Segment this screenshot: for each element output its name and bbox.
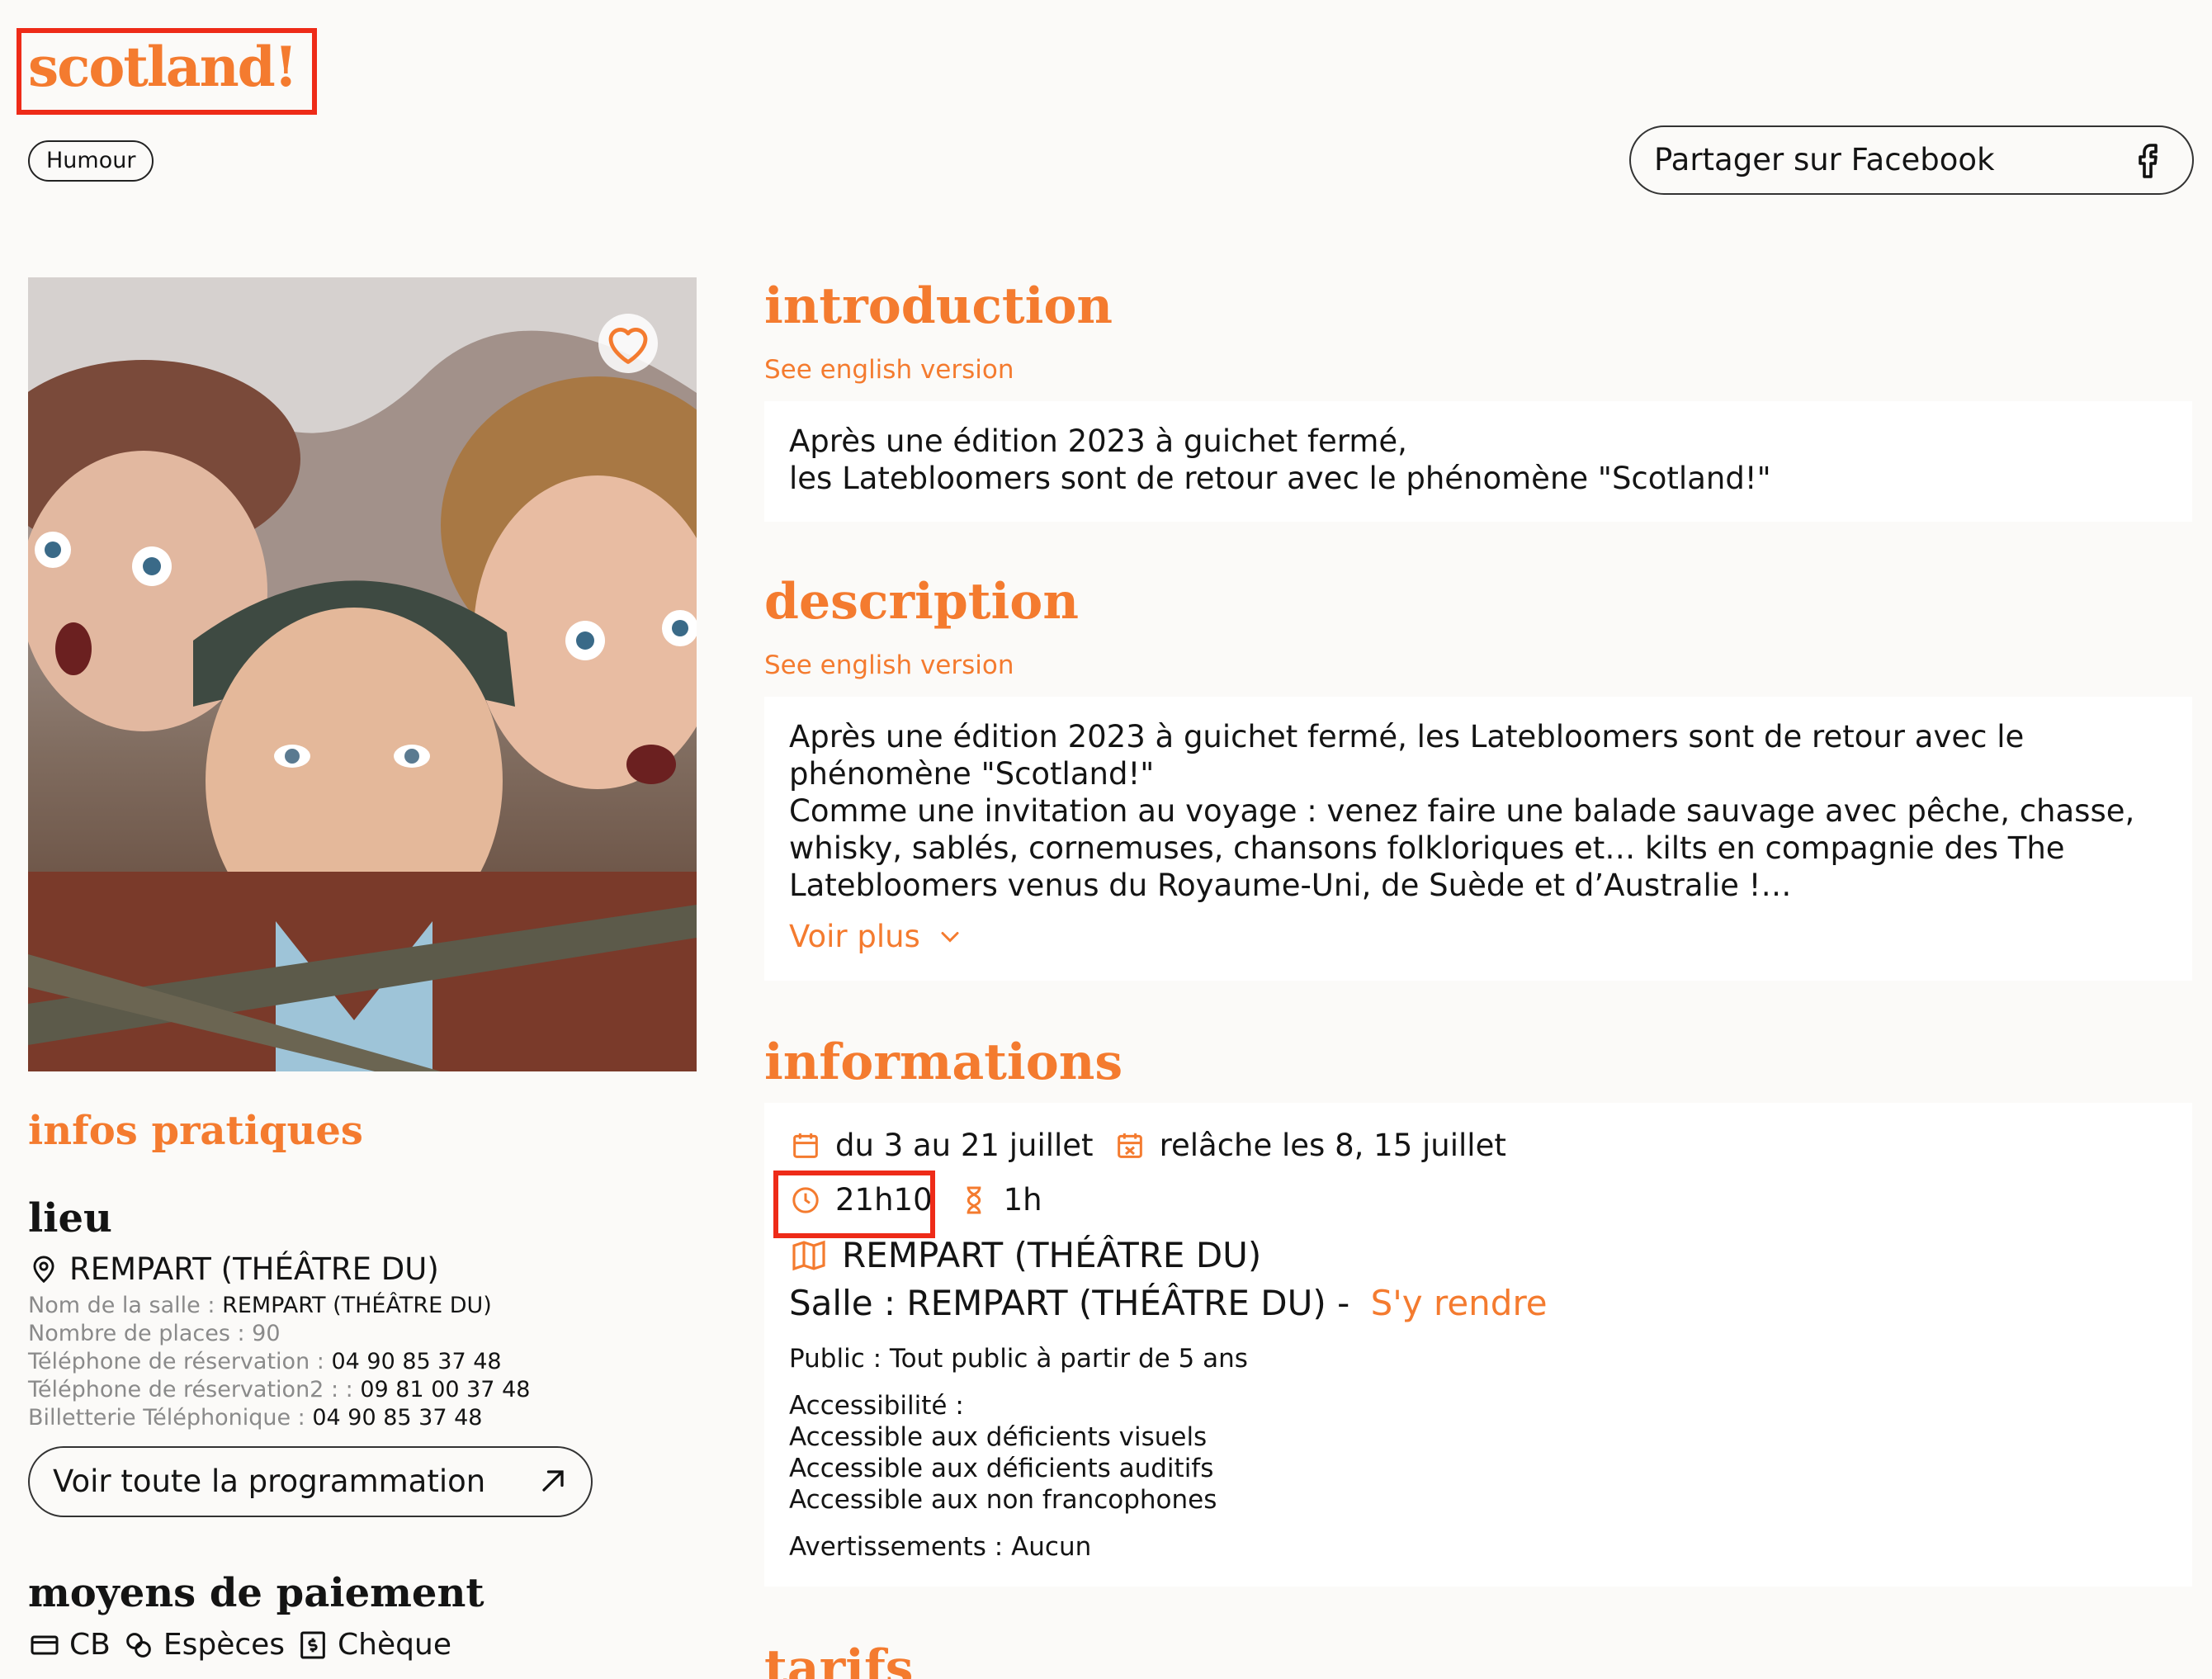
detail-label: Billetterie Téléphonique : — [28, 1405, 313, 1431]
page-title: scotland! — [28, 35, 298, 99]
detail-value: 04 90 85 37 48 — [331, 1349, 502, 1374]
accessibility-line: Accessible aux déficients visuels — [789, 1422, 1208, 1452]
detail-value: 04 90 85 37 48 — [312, 1405, 483, 1431]
introduction-english-link[interactable]: See english version — [764, 355, 1014, 385]
time-highlight-box — [773, 1171, 935, 1238]
detail-label: Nombre de places : 90 — [28, 1321, 281, 1346]
voir-plus-button[interactable]: Voir plus — [789, 919, 2167, 954]
description-english-link[interactable]: See english version — [764, 650, 1014, 680]
informations-heading: informations — [764, 1033, 1123, 1091]
credit-card-icon — [31, 1635, 59, 1654]
informations-card: du 3 au 21 juillet relâche les 8, 15 jui… — [764, 1103, 2192, 1587]
facebook-icon — [2139, 144, 2158, 178]
introduction-line: les Latebloomers sont de retour avec le … — [789, 461, 1771, 496]
share-facebook-label: Partager sur Facebook — [1654, 142, 1995, 177]
calendar-icon — [793, 1133, 818, 1158]
sy-rendre-link[interactable]: S'y rendre — [1371, 1283, 1548, 1323]
detail-row: Billetterie Téléphonique : 04 90 85 37 4… — [28, 1404, 530, 1432]
detail-row: Téléphone de réservation2 : : 09 81 00 3… — [28, 1376, 530, 1404]
salle-row: Salle : REMPART (THÉÂTRE DU) - S'y rendr… — [789, 1283, 1548, 1323]
lieu-heading: lieu — [28, 1195, 112, 1242]
duration-text: 1h — [1003, 1182, 1042, 1218]
description-line: Latebloomers venus du Royaume-Uni, de Su… — [789, 868, 1792, 903]
info-venue-text: REMPART (THÉÂTRE DU) — [842, 1235, 1262, 1275]
infos-pratiques-heading: infos pratiques — [28, 1108, 363, 1154]
detail-value: REMPART (THÉÂTRE DU) — [222, 1293, 492, 1318]
map-icon — [792, 1240, 825, 1270]
detail-label: Téléphone de réservation : — [28, 1349, 332, 1374]
introduction-heading: introduction — [764, 277, 1113, 335]
description-card: Après une édition 2023 à guichet fermé, … — [764, 697, 2192, 981]
description-line: whisky, sablés, cornemuses, chansons fol… — [789, 830, 2065, 866]
payment-methods: CB Espèces Chèque — [28, 1628, 451, 1662]
detail-label: Nom de la salle : — [28, 1293, 223, 1318]
detail-row: Nombre de places : 90 — [28, 1320, 530, 1348]
accessibility-line: Accessible aux non francophones — [789, 1485, 1217, 1515]
introduction-line: Après une édition 2023 à guichet fermé, — [789, 423, 1407, 459]
coins-icon — [126, 1632, 151, 1658]
venue-details: Nom de la salle : REMPART (THÉÂTRE DU) N… — [28, 1292, 530, 1432]
warnings-row: Avertissements : Aucun — [789, 1532, 1091, 1562]
voir-plus-label: Voir plus — [789, 919, 920, 954]
payment-heading: moyens de paiement — [28, 1570, 484, 1616]
description-line: phénomène "Scotland!" — [789, 756, 1155, 792]
calendar-off-icon — [1117, 1133, 1142, 1158]
detail-row: Téléphone de réservation : 04 90 85 37 4… — [28, 1348, 530, 1376]
accessibility-line: Accessibilité : — [789, 1391, 964, 1421]
arrow-up-right-icon — [542, 1470, 564, 1492]
venue-name: REMPART (THÉÂTRE DU) — [69, 1251, 439, 1287]
heart-icon — [608, 327, 648, 364]
show-photo — [28, 277, 697, 1071]
dates-row: du 3 au 21 juillet relâche les 8, 15 jui… — [789, 1128, 1506, 1163]
public-row: Public : Tout public à partir de 5 ans — [789, 1344, 1248, 1374]
description-line: Comme une invitation au voyage : venez f… — [789, 793, 2135, 829]
detail-row: Nom de la salle : REMPART (THÉÂTRE DU) — [28, 1292, 530, 1320]
accessibility-line: Accessible aux déficients auditifs — [789, 1454, 1214, 1483]
detail-label: Téléphone de réservation2 : : — [28, 1377, 361, 1402]
map-pin-icon — [33, 1256, 54, 1283]
tarifs-heading: tarifs — [764, 1639, 914, 1679]
description-line: Après une édition 2023 à guichet fermé, … — [789, 719, 2025, 754]
category-tag[interactable]: Humour — [28, 140, 154, 182]
hourglass-icon — [967, 1186, 981, 1213]
chevron-down-icon — [941, 931, 959, 943]
introduction-card: Après une édition 2023 à guichet fermé, … — [764, 401, 2192, 522]
payment-cheque: Chèque — [338, 1628, 451, 1662]
programme-button[interactable]: Voir toute la programmation — [28, 1446, 593, 1517]
accessibility-block: Accessibilité : Accessible aux déficient… — [789, 1390, 1217, 1516]
public-text: Public : Tout public à partir de 5 ans — [789, 1344, 1248, 1374]
warnings-text: Avertissements : Aucun — [789, 1532, 1092, 1562]
cheque-icon — [300, 1631, 325, 1658]
relache-text: relâche les 8, 15 juillet — [1159, 1128, 1506, 1163]
detail-value: 09 81 00 37 48 — [360, 1377, 531, 1402]
payment-cb: CB — [69, 1628, 111, 1662]
payment-especes: Espèces — [163, 1628, 286, 1662]
venue-row: REMPART (THÉÂTRE DU) — [789, 1235, 1261, 1275]
share-facebook-button[interactable]: Partager sur Facebook — [1629, 125, 2194, 195]
salle-text: Salle : REMPART (THÉÂTRE DU) - — [789, 1283, 1361, 1323]
favorite-button[interactable] — [598, 314, 658, 373]
venue-line: REMPART (THÉÂTRE DU) — [28, 1251, 439, 1287]
programme-button-label: Voir toute la programmation — [53, 1464, 486, 1499]
description-heading: description — [764, 573, 1079, 631]
dates-text: du 3 au 21 juillet — [835, 1128, 1094, 1163]
